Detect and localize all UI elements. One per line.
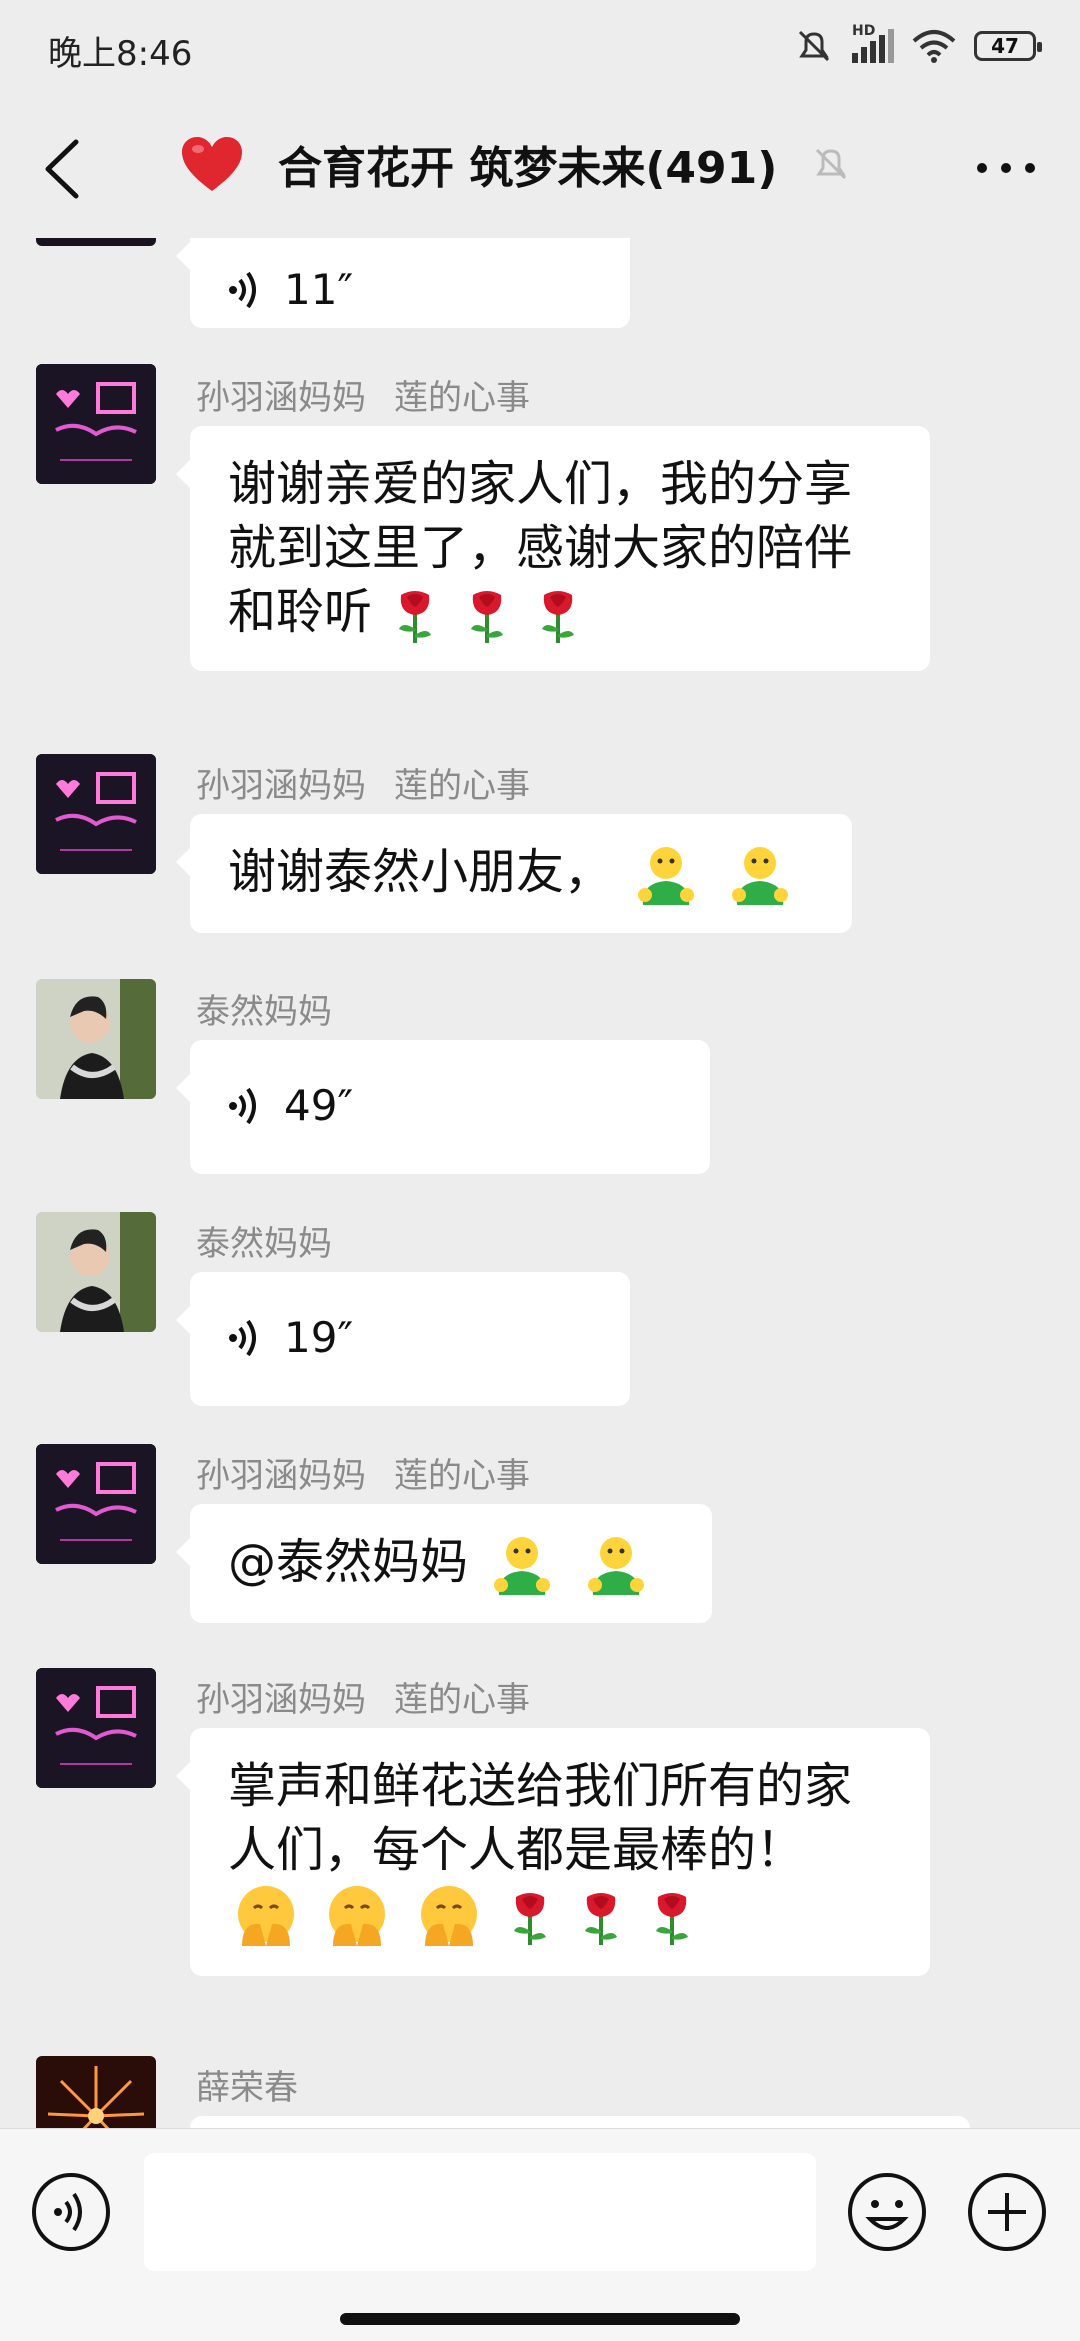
sender-name: 孙羽涵妈妈 莲的心事 [196, 766, 530, 806]
voice-message[interactable]: 11″ [176, 238, 630, 328]
avatar[interactable] [36, 1668, 156, 1788]
voice-wave-icon [229, 1087, 256, 1125]
avatar-image [36, 1668, 156, 1788]
back-icon[interactable] [36, 136, 92, 202]
status-bar: 晚上8:46 HD 47 [0, 0, 1080, 100]
text-message[interactable]: 谢谢亲爱的家人们，我的分享就到这里了，感谢大家的陪伴和聆听 [176, 426, 930, 671]
status-icons: HD 47 [794, 23, 1042, 64]
mute-status-icon [798, 30, 830, 62]
avatar[interactable] [36, 238, 156, 246]
hug-emoji [494, 1537, 551, 1595]
rose-emoji [541, 591, 574, 643]
avatar[interactable] [36, 364, 156, 484]
text-message[interactable]: 谢谢泰然小朋友， [176, 814, 852, 933]
avatar[interactable] [36, 754, 156, 874]
message-list[interactable]: 11″ 孙羽涵妈妈 莲的心事 谢谢亲爱的家人们，我的分享就到这里了，感谢大家的陪伴… [0, 238, 1080, 2128]
mute-bell-icon [816, 148, 847, 180]
input-bar [0, 2128, 1080, 2341]
heart-icon [182, 137, 242, 191]
hug-emoji [587, 1537, 644, 1595]
facepalm-emoji [238, 1886, 294, 1946]
sender-name: 泰然妈妈 [196, 992, 332, 1032]
message-input[interactable] [144, 2153, 816, 2271]
rose-emoji [470, 591, 503, 643]
voice-wave-icon [229, 1319, 256, 1357]
emoji-icon[interactable] [846, 2171, 928, 2253]
avatar-image [36, 1444, 156, 1564]
plus-icon[interactable] [966, 2171, 1048, 2253]
avatar[interactable] [36, 1444, 156, 1564]
avatar[interactable] [36, 2056, 156, 2128]
wifi-icon [912, 30, 956, 63]
avatar[interactable] [36, 979, 156, 1099]
sender-name: 孙羽涵妈妈 莲的心事 [196, 1456, 530, 1496]
sender-name: 薛荣春 [196, 2068, 298, 2108]
rose-emoji [399, 591, 432, 643]
status-time: 晚上8:46 [48, 34, 193, 74]
chat-header: 合育花开 筑梦未来(491) [0, 100, 1080, 238]
message-text: @泰然妈妈 [228, 1534, 484, 1590]
text-message[interactable]: @泰然妈妈 [176, 1504, 712, 1623]
hug-emoji [731, 847, 788, 905]
avatar-image [36, 979, 156, 1099]
sender-name: 泰然妈妈 [196, 1224, 332, 1264]
avatar-image [36, 364, 156, 484]
voice-message[interactable]: 49″ [176, 1040, 710, 1174]
sender-name: 孙羽涵妈妈 莲的心事 [196, 378, 530, 418]
facepalm-emoji [329, 1886, 386, 1946]
avatar-image [36, 754, 156, 874]
text-message[interactable] [190, 2116, 970, 2128]
rose-emoji [513, 1893, 546, 1945]
chat-title: 合育花开 筑梦未来(491) [278, 143, 778, 194]
more-icon[interactable] [970, 146, 1042, 190]
signal-icon: HD [852, 23, 894, 63]
battery-icon: 47 [974, 31, 1042, 61]
message-text: 掌声和鲜花送给我们所有的家人们，每个人都是最棒的！ [228, 1758, 853, 1878]
battery-level: 47 [991, 34, 1019, 58]
voice-message[interactable]: 19″ [176, 1272, 630, 1406]
sender-name: 孙羽涵妈妈 莲的心事 [196, 1680, 530, 1720]
avatar-image [36, 1212, 156, 1332]
voice-duration: 11″ [284, 265, 354, 314]
hug-emoji [638, 847, 695, 905]
avatar[interactable] [36, 1212, 156, 1332]
chat-title-group: 合育花开 筑梦未来(491) [180, 132, 851, 196]
voice-duration: 19″ [284, 1313, 354, 1362]
facepalm-emoji [420, 1886, 477, 1946]
voice-duration: 49″ [284, 1081, 354, 1130]
home-indicator[interactable] [340, 2313, 740, 2325]
avatar-image [36, 2056, 156, 2128]
rose-emoji [585, 1893, 618, 1945]
rose-emoji [656, 1893, 689, 1945]
text-message[interactable]: 掌声和鲜花送给我们所有的家人们，每个人都是最棒的！ [176, 1728, 930, 1976]
hd-label: HD [852, 23, 876, 39]
voice-input-icon[interactable] [30, 2171, 112, 2253]
message-text: 谢谢泰然小朋友， [228, 844, 613, 900]
voice-wave-icon [229, 271, 256, 309]
